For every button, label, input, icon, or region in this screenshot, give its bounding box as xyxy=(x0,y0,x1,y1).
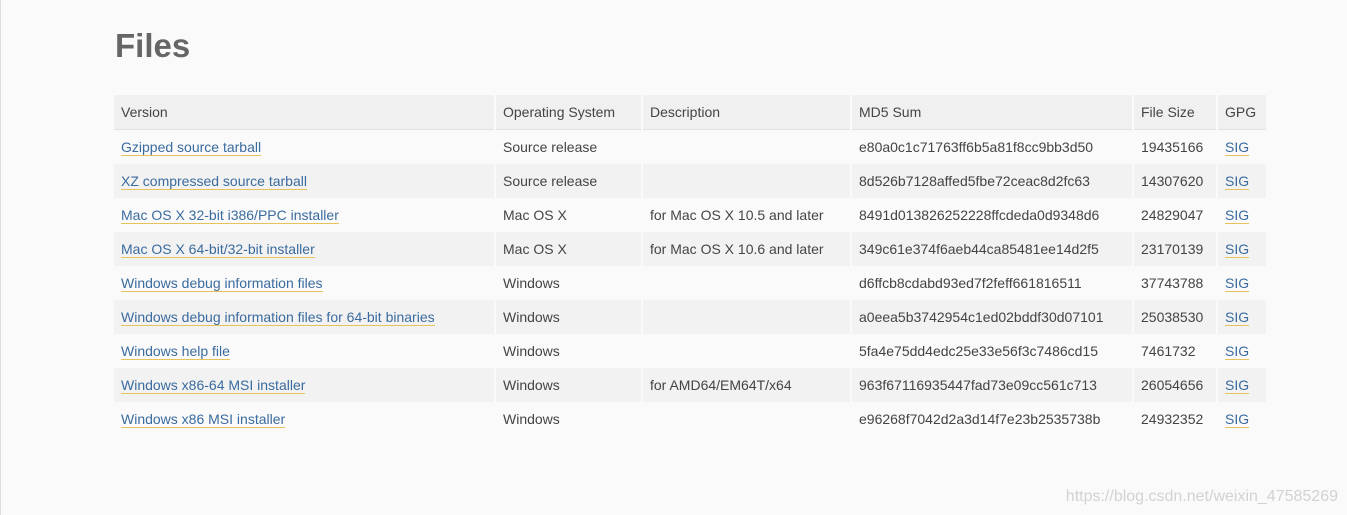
table-row: Gzipped source tarball Source release e8… xyxy=(114,129,1266,164)
md5-cell: d6ffcb8cdabd93ed7f2feff661816511 xyxy=(851,266,1134,300)
gpg-cell: SIG xyxy=(1217,198,1266,232)
version-cell: Gzipped source tarball xyxy=(114,129,496,164)
version-link[interactable]: Windows x86 MSI installer xyxy=(121,411,286,428)
gpg-cell: SIG xyxy=(1217,300,1266,334)
table-row: Windows help file Windows 5fa4e75dd4edc2… xyxy=(114,334,1266,368)
table-row: Windows debug information files Windows … xyxy=(114,266,1266,300)
os-cell: Mac OS X xyxy=(495,198,643,232)
column-header-md5: MD5 Sum xyxy=(851,95,1134,130)
md5-cell: 963f67116935447fad73e09cc561c713 xyxy=(851,368,1134,402)
table-row: Mac OS X 64-bit/32-bit installer Mac OS … xyxy=(114,232,1266,266)
md5-cell: a0eea5b3742954c1ed02bddf30d07101 xyxy=(851,300,1134,334)
gpg-cell: SIG xyxy=(1217,266,1266,300)
file-size-cell: 24829047 xyxy=(1133,198,1218,232)
version-link[interactable]: Mac OS X 64-bit/32-bit installer xyxy=(121,241,315,258)
os-cell: Windows xyxy=(495,300,643,334)
file-size-cell: 19435166 xyxy=(1133,129,1218,164)
file-size-cell: 26054656 xyxy=(1133,368,1218,402)
sig-link[interactable]: SIG xyxy=(1225,411,1250,428)
description-cell xyxy=(642,266,852,300)
table-row: Windows x86-64 MSI installer Windows for… xyxy=(114,368,1266,402)
os-cell: Source release xyxy=(495,164,643,198)
version-link[interactable]: Windows debug information files for 64-b… xyxy=(121,309,435,326)
column-header-file-size: File Size xyxy=(1133,95,1218,130)
version-link[interactable]: Windows help file xyxy=(121,343,230,360)
sig-link[interactable]: SIG xyxy=(1225,309,1250,326)
table-row: Windows x86 MSI installer Windows e96268… xyxy=(114,402,1266,436)
version-link[interactable]: Windows x86-64 MSI installer xyxy=(121,377,306,394)
sig-link[interactable]: SIG xyxy=(1225,241,1250,258)
gpg-cell: SIG xyxy=(1217,164,1266,198)
version-cell: Windows debug information files for 64-b… xyxy=(114,300,496,334)
description-cell: for Mac OS X 10.6 and later xyxy=(642,232,852,266)
file-size-cell: 14307620 xyxy=(1133,164,1218,198)
page-left-border xyxy=(0,0,1,515)
md5-cell: 8491d013826252228ffcdeda0d9348d6 xyxy=(851,198,1134,232)
column-header-os: Operating System xyxy=(495,95,643,130)
version-link[interactable]: Gzipped source tarball xyxy=(121,139,262,156)
md5-cell: e80a0c1c71763ff6b5a81f8cc9bb3d50 xyxy=(851,129,1134,164)
md5-cell: e96268f7042d2a3d14f7e23b2535738b xyxy=(851,402,1134,436)
md5-cell: 5fa4e75dd4edc25e33e56f3c7486cd15 xyxy=(851,334,1134,368)
gpg-cell: SIG xyxy=(1217,232,1266,266)
description-cell: for Mac OS X 10.5 and later xyxy=(642,198,852,232)
file-size-cell: 25038530 xyxy=(1133,300,1218,334)
version-cell: Windows debug information files xyxy=(114,266,496,300)
os-cell: Windows xyxy=(495,334,643,368)
table-row: Windows debug information files for 64-b… xyxy=(114,300,1266,334)
file-size-cell: 7461732 xyxy=(1133,334,1218,368)
description-cell xyxy=(642,334,852,368)
version-cell: Mac OS X 64-bit/32-bit installer xyxy=(114,232,496,266)
md5-cell: 8d526b7128affed5fbe72ceac8d2fc63 xyxy=(851,164,1134,198)
file-size-cell: 24932352 xyxy=(1133,402,1218,436)
version-link[interactable]: XZ compressed source tarball xyxy=(121,173,307,190)
sig-link[interactable]: SIG xyxy=(1225,343,1250,360)
gpg-cell: SIG xyxy=(1217,129,1266,164)
gpg-cell: SIG xyxy=(1217,368,1266,402)
version-cell: Mac OS X 32-bit i386/PPC installer xyxy=(114,198,496,232)
os-cell: Windows xyxy=(495,368,643,402)
sig-link[interactable]: SIG xyxy=(1225,173,1250,190)
description-cell xyxy=(642,129,852,164)
os-cell: Mac OS X xyxy=(495,232,643,266)
column-header-description: Description xyxy=(642,95,852,130)
sig-link[interactable]: SIG xyxy=(1225,275,1250,292)
column-header-version: Version xyxy=(114,95,496,130)
description-cell xyxy=(642,402,852,436)
files-table: Version Operating System Description MD5… xyxy=(114,95,1266,436)
table-header-row: Version Operating System Description MD5… xyxy=(114,95,1266,130)
sig-link[interactable]: SIG xyxy=(1225,377,1250,394)
description-cell xyxy=(642,300,852,334)
md5-cell: 349c61e374f6aeb44ca85481ee14d2f5 xyxy=(851,232,1134,266)
description-cell: for AMD64/EM64T/x64 xyxy=(642,368,852,402)
page-title: Files xyxy=(115,27,191,64)
file-size-cell: 23170139 xyxy=(1133,232,1218,266)
version-cell: XZ compressed source tarball xyxy=(114,164,496,198)
os-cell: Source release xyxy=(495,129,643,164)
version-link[interactable]: Windows debug information files xyxy=(121,275,323,292)
version-cell: Windows help file xyxy=(114,334,496,368)
description-cell xyxy=(642,164,852,198)
os-cell: Windows xyxy=(495,266,643,300)
gpg-cell: SIG xyxy=(1217,402,1266,436)
table-row: XZ compressed source tarball Source rele… xyxy=(114,164,1266,198)
os-cell: Windows xyxy=(495,402,643,436)
sig-link[interactable]: SIG xyxy=(1225,207,1250,224)
watermark: https://blog.csdn.net/weixin_47585269 xyxy=(1065,488,1338,505)
gpg-cell: SIG xyxy=(1217,334,1266,368)
version-cell: Windows x86-64 MSI installer xyxy=(114,368,496,402)
table-row: Mac OS X 32-bit i386/PPC installer Mac O… xyxy=(114,198,1266,232)
version-link[interactable]: Mac OS X 32-bit i386/PPC installer xyxy=(121,207,339,224)
column-header-gpg: GPG xyxy=(1217,95,1266,130)
version-cell: Windows x86 MSI installer xyxy=(114,402,496,436)
sig-link[interactable]: SIG xyxy=(1225,139,1250,156)
file-size-cell: 37743788 xyxy=(1133,266,1218,300)
